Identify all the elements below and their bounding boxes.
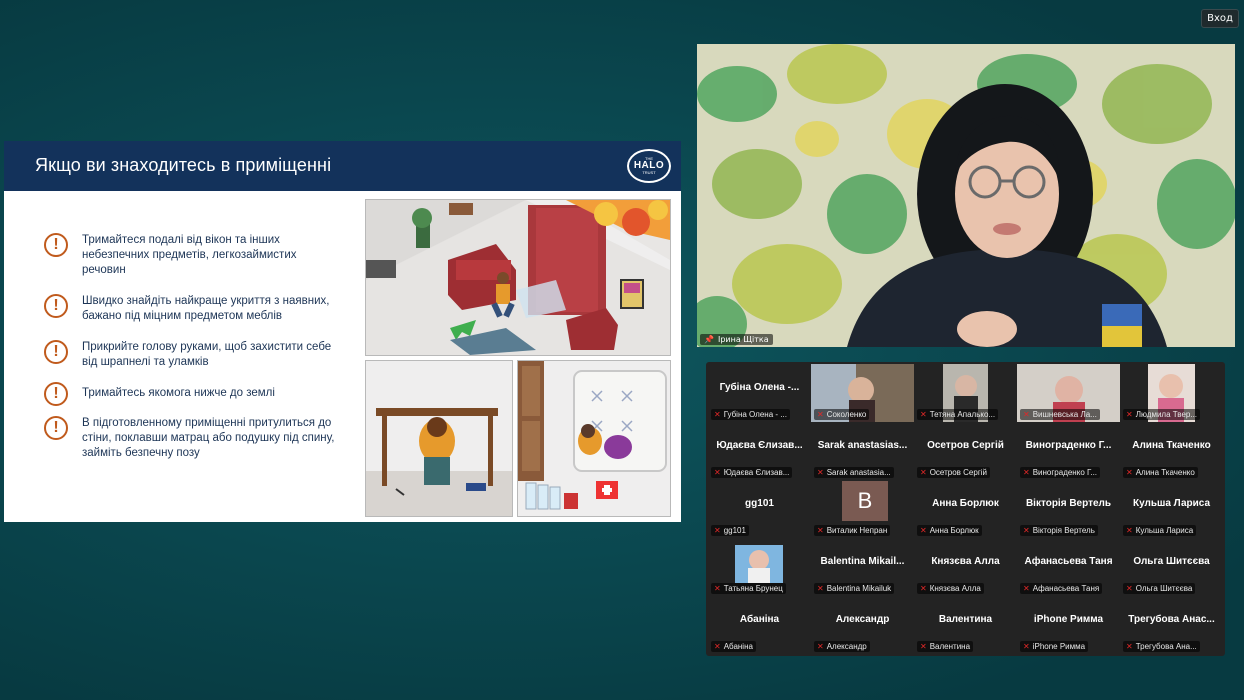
participant-tile[interactable]: B ✕ Виталик Непран	[811, 480, 914, 538]
participant-gallery: Губіна Олена -... ✕ Губіна Олена - ... ✕ С…	[706, 362, 1225, 656]
participant-tile[interactable]: ✕ Татьяна Брунец	[708, 538, 811, 596]
participant-tile[interactable]: Трегубова Анас... ✕ Трегубова Ана...	[1120, 596, 1223, 654]
participant-tile[interactable]: Александр ✕ Александр	[811, 596, 914, 654]
mic-off-icon: ✕	[1126, 410, 1133, 419]
participant-tile[interactable]: Осетров Сергій ✕ Осетров Сергій	[914, 422, 1017, 480]
mic-off-icon: ✕	[1126, 584, 1133, 593]
halo-trust-logo: THE HALO TRUST	[627, 149, 671, 183]
enter-button[interactable]: Вход	[1201, 9, 1239, 28]
shared-slide: Якщо ви знаходитесь в приміщенні THE HAL…	[4, 141, 681, 522]
tip-text: Швидко знайдіть найкраще укриття з наявн…	[82, 295, 330, 322]
participant-tile[interactable]: Князєва Алла ✕ Князєва Алла	[914, 538, 1017, 596]
participant-tile[interactable]: Кульша Лариса ✕ Кульша Лариса	[1120, 480, 1223, 538]
exclamation-icon: !	[44, 340, 68, 364]
participant-tile[interactable]: ✕ Соколенко	[811, 364, 914, 422]
tip-text: Тримайтеся подалі від вікон та інших неб…	[82, 234, 297, 276]
exclamation-icon: !	[44, 416, 68, 440]
tip-item: ! Тримайтесь якомога нижче до землі	[44, 382, 342, 406]
mic-off-icon: ✕	[920, 584, 927, 593]
slide-header: Якщо ви знаходитесь в приміщенні THE HAL…	[4, 141, 681, 191]
participant-tile[interactable]: Абаніна ✕ Абаніна	[708, 596, 811, 654]
participant-tile[interactable]: ✕ Вишневська Ла...	[1017, 364, 1120, 422]
mic-off-icon: ✕	[817, 468, 824, 477]
mic-off-icon: ✕	[817, 584, 824, 593]
mic-off-icon: ✕	[1023, 526, 1030, 535]
mic-off-icon: ✕	[1023, 584, 1030, 593]
participant-tile[interactable]: Вікторія Вертель ✕ Вікторія Вертель	[1017, 480, 1120, 538]
exclamation-icon: !	[44, 294, 68, 318]
tip-text: В підготовленному приміщенні притулиться…	[82, 417, 335, 459]
mic-off-icon: ✕	[817, 526, 824, 535]
mic-off-icon: ✕	[817, 642, 824, 651]
illustration-mattress-wall	[517, 360, 671, 517]
mic-off-icon: ✕	[1126, 468, 1133, 477]
slide-title: Якщо ви знаходитесь в приміщенні	[35, 155, 332, 175]
participant-tile[interactable]: Анна Борлюк ✕ Анна Борлюк	[914, 480, 1017, 538]
tip-item: ! Тримайтеся подалі від вікон та інших н…	[44, 233, 342, 278]
mic-off-icon: ✕	[714, 410, 721, 419]
illustration-under-table	[365, 360, 513, 517]
participant-tile[interactable]: Алина Ткаченко ✕ Алина Ткаченко	[1120, 422, 1223, 480]
participant-tile[interactable]: iPhone Римма ✕ iPhone Римма	[1017, 596, 1120, 654]
tip-item: ! Швидко знайдіть найкраще укриття з ная…	[44, 294, 342, 324]
participant-tile[interactable]: Ольга Шитєєва ✕ Ольга Шитєєва	[1120, 538, 1223, 596]
participant-tile[interactable]: Юдаєва Єлизав... ✕ Юдаєва Єлизав...	[708, 422, 811, 480]
mic-off-icon: ✕	[1023, 642, 1030, 651]
participant-tile[interactable]: Афанасьева Таня ✕ Афанасьева Таня	[1017, 538, 1120, 596]
participant-tile[interactable]: Губіна Олена -... ✕ Губіна Олена - ...	[708, 364, 811, 422]
mic-off-icon: ✕	[714, 526, 721, 535]
exclamation-icon: !	[44, 382, 68, 406]
mic-off-icon: ✕	[920, 468, 927, 477]
presenter-video[interactable]: 📌 Ірина Щітка	[697, 44, 1235, 347]
mic-off-icon: ✕	[920, 642, 927, 651]
participant-tile[interactable]: Винограденко Г... ✕ Винограденко Г...	[1017, 422, 1120, 480]
illustration-living-room	[365, 199, 671, 356]
participant-tile[interactable]: Sarak anastasias... ✕ Sarak anastasia...	[811, 422, 914, 480]
mic-off-icon: ✕	[1023, 468, 1030, 477]
presenter-name-tag: 📌 Ірина Щітка	[700, 334, 773, 345]
mic-off-icon: ✕	[817, 410, 824, 419]
mic-off-icon: ✕	[1023, 410, 1030, 419]
participant-tile[interactable]: ✕ Людмила Твер...	[1120, 364, 1223, 422]
tip-text: Прикрийте голову руками, щоб захистити с…	[82, 341, 332, 368]
mic-off-icon: ✕	[714, 468, 721, 477]
mic-off-icon: ✕	[1126, 526, 1133, 535]
mic-off-icon: ✕	[920, 526, 927, 535]
tip-item: ! Прикрийте голову руками, щоб захистити…	[44, 340, 342, 370]
participant-tile[interactable]: gg101 ✕ gg101	[708, 480, 811, 538]
mic-off-icon: ✕	[1126, 642, 1133, 651]
participant-tile[interactable]: Валентина ✕ Валентина	[914, 596, 1017, 654]
avatar: B	[842, 481, 888, 521]
mic-off-icon: ✕	[714, 642, 721, 651]
mic-off-icon: ✕	[920, 410, 927, 419]
participant-tile[interactable]: ✕ Тетяна Апалько...	[914, 364, 1017, 422]
pin-icon: 📌	[704, 335, 714, 344]
tip-item: ! В підготовленному приміщенні притулить…	[44, 416, 342, 461]
participant-tile[interactable]: Balentina Mikail... ✕ Balentina Mikailuk	[811, 538, 914, 596]
mic-off-icon: ✕	[714, 584, 721, 593]
exclamation-icon: !	[44, 233, 68, 257]
tip-text: Тримайтесь якомога нижче до землі	[82, 387, 275, 399]
